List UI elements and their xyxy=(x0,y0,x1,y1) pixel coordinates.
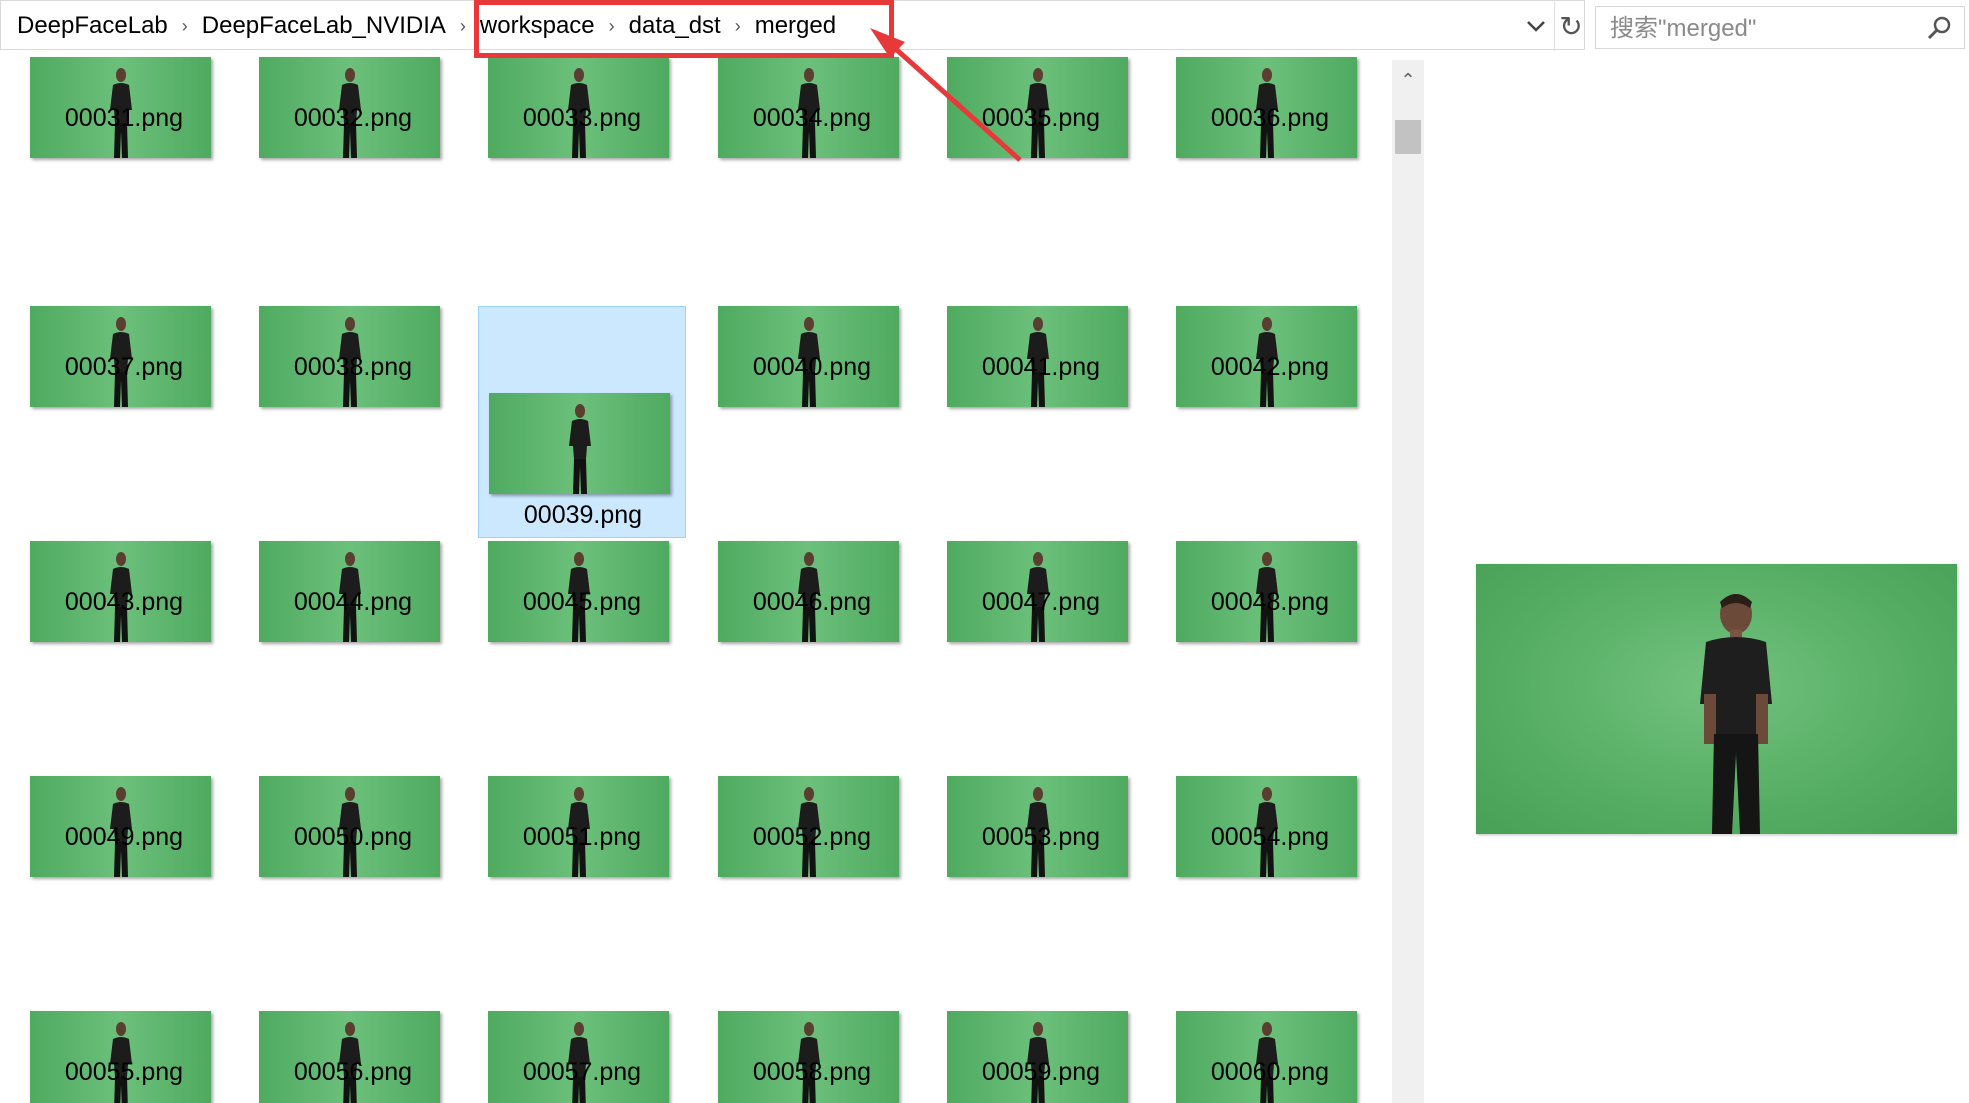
file-name[interactable]: 00043.png xyxy=(0,588,248,617)
file-name[interactable]: 00051.png xyxy=(458,823,706,852)
file-item[interactable]: 00051.png xyxy=(458,655,669,887)
file-name[interactable]: 00049.png xyxy=(0,823,248,852)
breadcrumb: DeepFaceLab › DeepFaceLab_NVIDIA › works… xyxy=(15,1,838,51)
file-item[interactable]: 00041.png xyxy=(917,185,1128,417)
scroll-up-icon[interactable]: ⌃ xyxy=(1392,60,1424,100)
file-item[interactable]: 00056.png xyxy=(229,890,440,1103)
file-name[interactable]: 00045.png xyxy=(458,588,706,617)
file-thumbnail[interactable] xyxy=(488,1011,669,1103)
file-name[interactable]: 00054.png xyxy=(1146,823,1394,852)
breadcrumb-item[interactable]: DeepFaceLab xyxy=(15,12,170,40)
file-item[interactable]: 00060.png xyxy=(1146,890,1357,1103)
search-icon[interactable] xyxy=(1924,13,1954,43)
breadcrumb-item[interactable]: merged xyxy=(753,12,838,40)
file-item[interactable]: 00052.png xyxy=(688,655,899,887)
file-name[interactable]: 00055.png xyxy=(0,1058,248,1087)
file-name[interactable]: 00040.png xyxy=(688,353,936,382)
file-name[interactable]: 00050.png xyxy=(229,823,477,852)
scroll-thumb[interactable] xyxy=(1395,120,1421,154)
file-item[interactable]: 00054.png xyxy=(1146,655,1357,887)
file-name[interactable]: 00032.png xyxy=(229,104,477,133)
file-name[interactable]: 00060.png xyxy=(1146,1058,1394,1087)
file-item[interactable]: 00031.png xyxy=(0,50,211,202)
file-name[interactable]: 00058.png xyxy=(688,1058,936,1087)
chevron-right-icon[interactable]: › xyxy=(448,16,478,37)
breadcrumb-item[interactable]: workspace xyxy=(478,12,597,40)
file-name[interactable]: 00041.png xyxy=(917,353,1165,382)
search-box[interactable] xyxy=(1595,6,1965,49)
file-item[interactable]: 00050.png xyxy=(229,655,440,887)
file-name[interactable]: 00053.png xyxy=(917,823,1165,852)
breadcrumb-item[interactable]: data_dst xyxy=(627,12,723,40)
file-item[interactable]: 00035.png xyxy=(917,50,1128,202)
refresh-icon[interactable]: ↻ xyxy=(1554,1,1587,51)
file-item[interactable]: 00055.png xyxy=(0,890,211,1103)
file-item[interactable]: 00036.png xyxy=(1146,50,1357,202)
file-item[interactable]: 00053.png xyxy=(917,655,1128,887)
file-name[interactable]: 00042.png xyxy=(1146,353,1394,382)
file-name[interactable]: 00033.png xyxy=(458,104,706,133)
breadcrumb-item[interactable]: DeepFaceLab_NVIDIA xyxy=(200,12,448,40)
file-thumbnail[interactable] xyxy=(718,1011,899,1103)
file-item[interactable]: 00044.png xyxy=(229,420,440,652)
file-item[interactable]: 00037.png xyxy=(0,185,211,417)
preview-image xyxy=(1476,564,1957,834)
file-name[interactable]: 00038.png xyxy=(229,353,477,382)
file-item[interactable]: 00048.png xyxy=(1146,420,1357,652)
file-item[interactable]: 00043.png xyxy=(0,420,211,652)
file-name[interactable]: 00056.png xyxy=(229,1058,477,1087)
address-bar[interactable]: DeepFaceLab › DeepFaceLab_NVIDIA › works… xyxy=(0,0,1587,51)
file-thumbnail[interactable] xyxy=(947,1011,1128,1103)
file-name[interactable]: 00057.png xyxy=(458,1058,706,1087)
file-item[interactable]: 00038.png xyxy=(229,185,440,417)
file-item[interactable]: 00034.png xyxy=(688,50,899,202)
file-item[interactable]: 00032.png xyxy=(229,50,440,202)
file-name[interactable]: 00031.png xyxy=(0,104,248,133)
file-item[interactable]: 00049.png xyxy=(0,655,211,887)
file-name[interactable]: 00036.png xyxy=(1146,104,1394,133)
chevron-right-icon[interactable]: › xyxy=(723,16,753,37)
file-item[interactable]: 00045.png xyxy=(458,420,669,652)
file-name[interactable]: 00034.png xyxy=(688,104,936,133)
chevron-down-icon[interactable] xyxy=(1521,11,1551,41)
file-item[interactable]: 00040.png xyxy=(688,185,899,417)
file-item[interactable]: 00046.png xyxy=(688,420,899,652)
chevron-right-icon[interactable]: › xyxy=(170,16,200,37)
file-item[interactable]: 00058.png xyxy=(688,890,899,1103)
file-grid: 00031.png 00032.png 00033.png 00034.png 0003… xyxy=(0,50,1395,1103)
file-thumbnail[interactable] xyxy=(1176,1011,1357,1103)
file-item[interactable]: 00033.png xyxy=(458,50,669,202)
vertical-scrollbar[interactable]: ⌃ xyxy=(1392,60,1424,1103)
chevron-right-icon[interactable]: › xyxy=(597,16,627,37)
file-name[interactable]: 00052.png xyxy=(688,823,936,852)
search-input[interactable] xyxy=(1608,13,1912,45)
person-figure xyxy=(1700,594,1772,834)
file-name[interactable]: 00046.png xyxy=(688,588,936,617)
file-thumbnail[interactable] xyxy=(30,1011,211,1103)
file-item[interactable]: 00047.png xyxy=(917,420,1128,652)
file-name[interactable]: 00044.png xyxy=(229,588,477,617)
file-name[interactable]: 00059.png xyxy=(917,1058,1165,1087)
file-thumbnail[interactable] xyxy=(259,1011,440,1103)
file-item[interactable]: 00059.png xyxy=(917,890,1128,1103)
file-name[interactable]: 00048.png xyxy=(1146,588,1394,617)
file-name[interactable]: 00037.png xyxy=(0,353,248,382)
file-name[interactable]: 00035.png xyxy=(917,104,1165,133)
file-item[interactable]: 00042.png xyxy=(1146,185,1357,417)
file-name[interactable]: 00047.png xyxy=(917,588,1165,617)
file-item[interactable]: 00057.png xyxy=(458,890,669,1103)
